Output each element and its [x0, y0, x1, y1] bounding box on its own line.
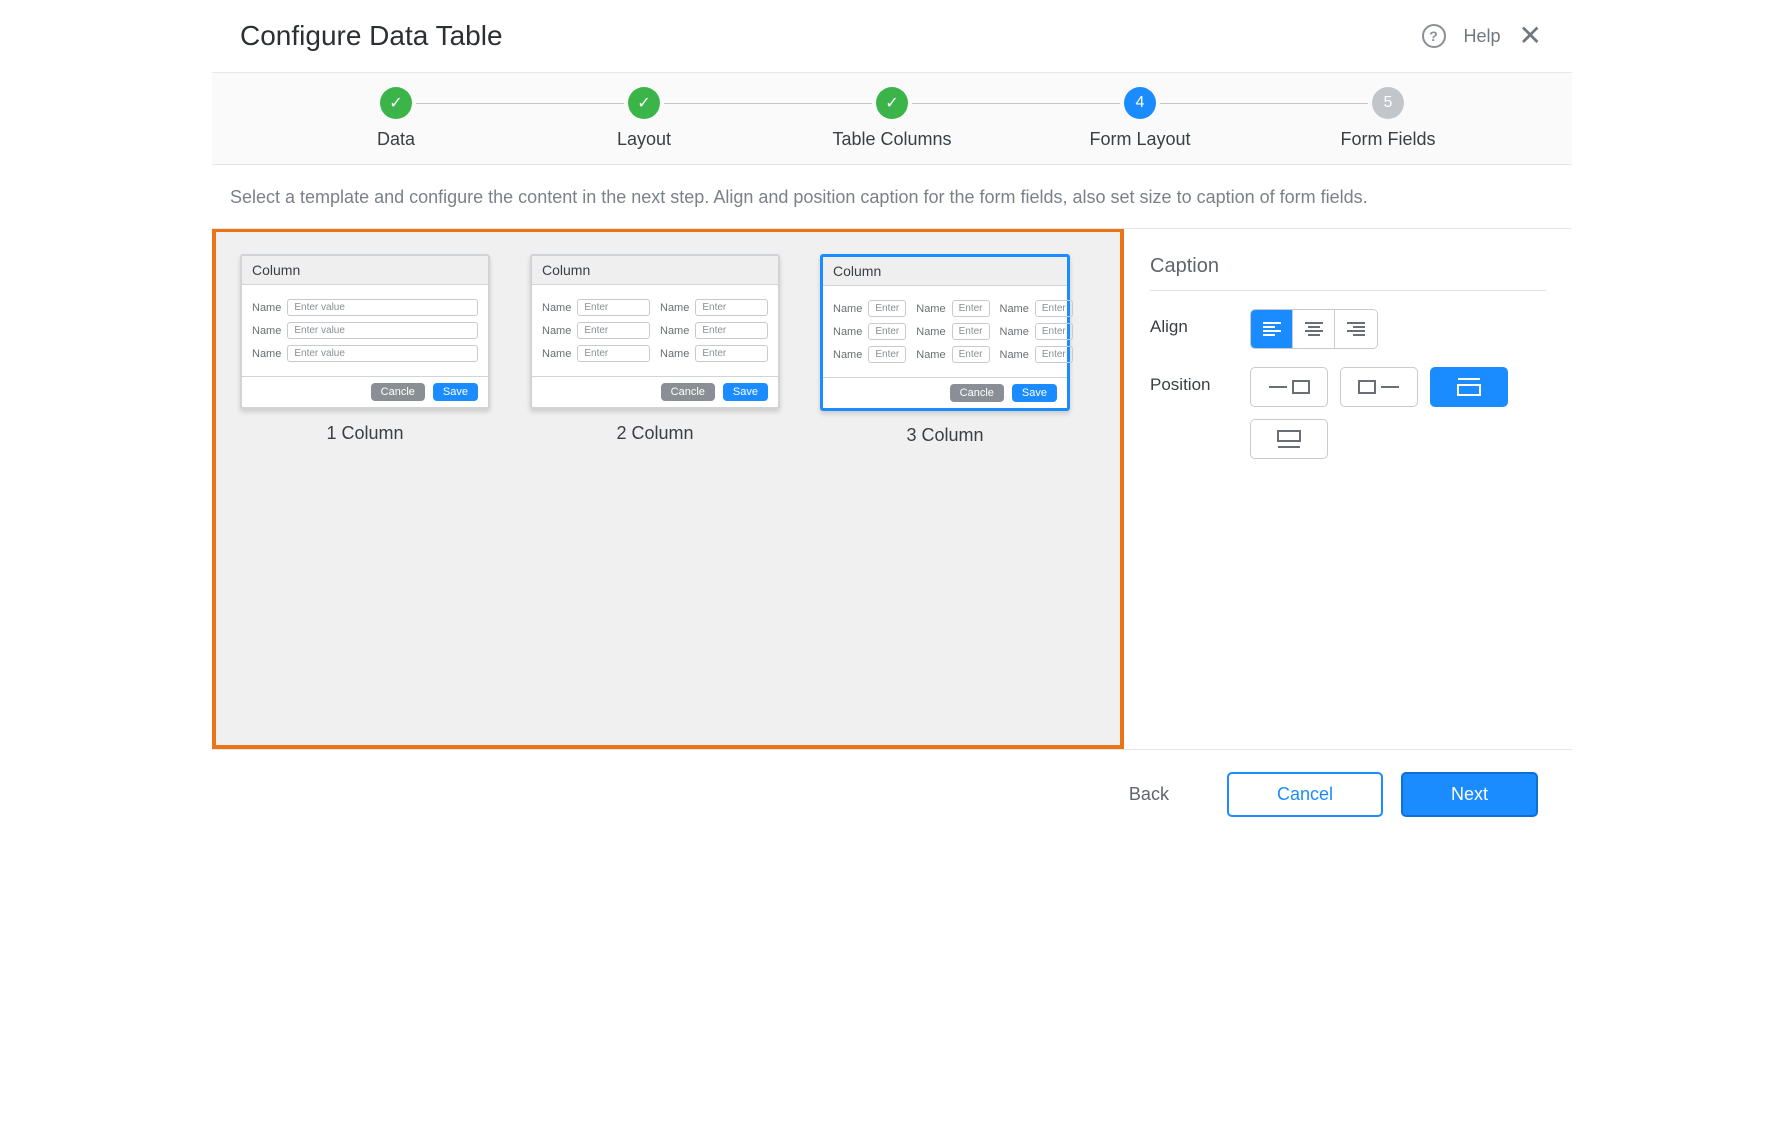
- next-button[interactable]: Next: [1401, 772, 1538, 817]
- template-option-2-column[interactable]: Column NameEnter NameEnter NameEnter Nam…: [530, 254, 780, 444]
- align-segmented-control: [1250, 309, 1378, 349]
- position-right-icon: [1357, 378, 1401, 396]
- help-label[interactable]: Help: [1464, 26, 1501, 47]
- wizard-stepper: ✓ Data ✓ Layout ✓ Table Columns 4 Form L…: [212, 73, 1572, 165]
- configure-data-table-dialog: Configure Data Table ? Help ✕ ✓ Data ✓ L…: [212, 0, 1572, 839]
- step-label: Layout: [520, 129, 768, 150]
- position-label: Position: [1150, 367, 1250, 395]
- template-option-1-column[interactable]: Column NameEnter value NameEnter value N…: [240, 254, 490, 444]
- position-right-button[interactable]: [1340, 367, 1418, 407]
- template-cancel-button: Cancle: [950, 384, 1004, 402]
- step-label: Data: [272, 129, 520, 150]
- step-form-fields[interactable]: 5 Form Fields: [1264, 87, 1512, 150]
- template-label: 2 Column: [616, 423, 693, 444]
- back-button[interactable]: Back: [1129, 784, 1169, 805]
- template-column-header: Column: [532, 256, 778, 285]
- position-left-button[interactable]: [1250, 367, 1328, 407]
- close-icon[interactable]: ✕: [1519, 22, 1542, 50]
- template-save-button: Save: [1012, 384, 1057, 402]
- step-form-layout[interactable]: 4 Form Layout: [1016, 87, 1264, 150]
- help-icon[interactable]: ?: [1422, 24, 1446, 48]
- template-cancel-button: Cancle: [661, 383, 715, 401]
- caption-heading: Caption: [1150, 255, 1546, 291]
- step-data[interactable]: ✓ Data: [272, 87, 520, 150]
- caption-pane: Caption Align: [1124, 229, 1572, 749]
- step-label: Form Fields: [1264, 129, 1512, 150]
- template-column-header: Column: [242, 256, 488, 285]
- position-bottom-icon: [1274, 427, 1304, 451]
- template-label: 1 Column: [326, 423, 403, 444]
- align-center-button[interactable]: [1293, 310, 1335, 348]
- caption-position-row: Position: [1150, 367, 1546, 459]
- cancel-button[interactable]: Cancel: [1227, 772, 1383, 817]
- step-number-icon: 4: [1124, 87, 1156, 119]
- position-left-icon: [1267, 378, 1311, 396]
- dialog-header: Configure Data Table ? Help ✕: [212, 0, 1572, 73]
- checkmark-icon: ✓: [380, 87, 412, 119]
- position-bottom-button[interactable]: [1250, 419, 1328, 459]
- template-cancel-button: Cancle: [371, 383, 425, 401]
- template-column-header: Column: [823, 257, 1067, 286]
- step-layout[interactable]: ✓ Layout: [520, 87, 768, 150]
- checkmark-icon: ✓: [876, 87, 908, 119]
- align-label: Align: [1150, 309, 1250, 337]
- step-number-icon: 5: [1372, 87, 1404, 119]
- position-button-group: [1250, 367, 1530, 459]
- step-label: Form Layout: [1016, 129, 1264, 150]
- align-center-icon: [1304, 321, 1324, 337]
- template-save-button: Save: [433, 383, 478, 401]
- position-top-icon: [1454, 375, 1484, 399]
- dialog-footer: Back Cancel Next: [212, 749, 1572, 839]
- align-right-icon: [1346, 321, 1366, 337]
- templates-pane: Column NameEnter value NameEnter value N…: [212, 229, 1124, 749]
- template-label: 3 Column: [906, 425, 983, 446]
- template-save-button: Save: [723, 383, 768, 401]
- caption-align-row: Align: [1150, 309, 1546, 349]
- step-label: Table Columns: [768, 129, 1016, 150]
- dialog-title: Configure Data Table: [240, 20, 503, 52]
- align-left-button[interactable]: [1251, 310, 1293, 348]
- instruction-text: Select a template and configure the cont…: [212, 165, 1572, 229]
- checkmark-icon: ✓: [628, 87, 660, 119]
- align-left-icon: [1262, 321, 1282, 337]
- align-right-button[interactable]: [1335, 310, 1377, 348]
- template-option-3-column[interactable]: Column NameEnter NameEnter NameEnter Nam…: [820, 254, 1070, 446]
- step-table-columns[interactable]: ✓ Table Columns: [768, 87, 1016, 150]
- position-top-button[interactable]: [1430, 367, 1508, 407]
